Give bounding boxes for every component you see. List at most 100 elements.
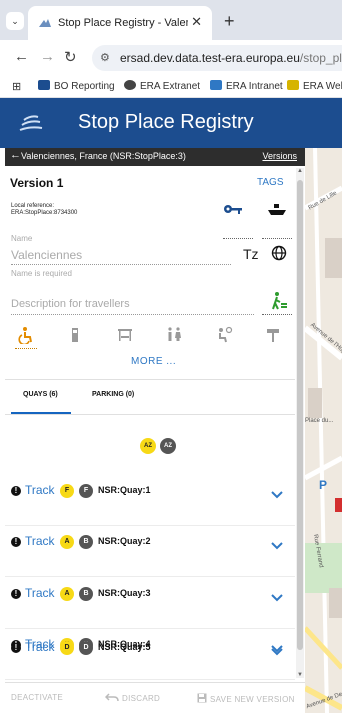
tags-button[interactable]: TAGS [257, 177, 283, 188]
app-header: Stop Place Registry [0, 98, 342, 148]
bo-reporting-icon [38, 80, 50, 90]
waiting-room-icon[interactable] [215, 326, 233, 344]
map-view[interactable]: P Rue de Lille Avenue de l'Hôpital Place… [305, 148, 342, 713]
local-reference-value: ERA:StopPlace:8734300 [11, 210, 78, 216]
description-input[interactable]: Description for travellers [11, 298, 130, 310]
address-bar[interactable]: ⚙ ersad.dev.data.test-era.europa.eu/stop… [92, 45, 342, 71]
panel-header: ← Valenciennes, France (NSR:StopPlace:3)… [5, 148, 305, 166]
toilets-icon[interactable] [165, 326, 183, 344]
quay-row[interactable]: ! Track F F NSR:Quay:1 [5, 483, 295, 503]
browser-tab[interactable]: Stop Place Registry - Valencien ✕ [28, 6, 212, 40]
stop-place-panel: ← Valenciennes, France (NSR:StopPlace:3)… [5, 148, 305, 713]
quay-track-label: Track [25, 483, 55, 497]
chevron-down-icon[interactable] [271, 594, 283, 602]
chevron-down-icon[interactable] [271, 491, 283, 499]
timezone-button[interactable]: Tz [243, 246, 259, 262]
wheelchair-icon[interactable] [17, 326, 35, 344]
panel-scrollbar[interactable]: ▲ ▼ [296, 168, 304, 678]
sign-icon[interactable] [264, 326, 282, 344]
undo-icon [104, 693, 119, 702]
quay-private-code-badge: D [79, 641, 93, 655]
screen: ⌄ Stop Place Registry - Valencien ✕ + ← … [0, 0, 342, 713]
quay-track-label: Track [25, 534, 55, 548]
ticket-machine-icon[interactable] [66, 326, 84, 344]
row-divider [5, 679, 295, 680]
divider [5, 379, 295, 380]
chevron-down-icon[interactable] [271, 542, 283, 550]
era-intranet-icon [210, 80, 222, 90]
quay-track-label: Track [25, 640, 55, 654]
favicon-icon [39, 19, 51, 27]
quay-row[interactable]: ! Track A B NSR:Quay:2 [5, 534, 295, 554]
quay-track-label: Track [25, 586, 55, 600]
more-button[interactable]: MORE ... [131, 356, 176, 367]
divider [5, 414, 295, 415]
quay-row[interactable]: ! Track D D NSR:Quay:5 [5, 640, 295, 660]
description-underline [11, 314, 254, 315]
bookmark-era-extranet[interactable]: ERA Extranet [124, 80, 200, 92]
ferry-icon[interactable] [267, 201, 287, 217]
key-icon[interactable] [223, 203, 243, 215]
sort-az-yellow-button[interactable]: AZ [140, 438, 156, 454]
era-website-icon [287, 80, 299, 90]
local-reference-label: Local reference: [11, 203, 55, 209]
reload-icon[interactable]: ↻ [64, 48, 77, 66]
tab-parking[interactable]: PARKING (0) [92, 391, 134, 398]
scroll-up-icon[interactable]: ▲ [296, 168, 304, 174]
sort-az-dark-button[interactable]: AZ [160, 438, 176, 454]
ferry-underline [262, 238, 292, 239]
bookmark-bo-reporting[interactable]: BO Reporting [38, 80, 115, 92]
scrollbar-thumb[interactable] [297, 180, 303, 650]
wheelchair-underline [15, 348, 37, 349]
quay-private-code-badge: B [79, 587, 93, 601]
tab-search-button[interactable]: ⌄ [6, 12, 24, 30]
quay-row[interactable]: ! Track A B NSR:Quay:3 [5, 586, 295, 606]
shelter-icon[interactable] [116, 326, 134, 344]
versions-link[interactable]: Versions [262, 151, 297, 161]
version-title: Version 1 [10, 176, 64, 190]
scroll-down-icon[interactable]: ▼ [296, 672, 304, 678]
site-info-icon[interactable]: ⚙ [100, 51, 110, 64]
walking-underline [262, 314, 292, 315]
parking-map-marker[interactable]: P [319, 478, 327, 492]
warning-icon: ! [11, 643, 21, 653]
key-underline [223, 238, 253, 239]
globe-icon[interactable] [271, 245, 287, 261]
warning-icon: ! [11, 589, 21, 599]
bookmark-era-website[interactable]: ERA Webs [287, 80, 342, 92]
row-divider [5, 525, 295, 526]
name-input[interactable]: Valenciennes [11, 248, 82, 262]
chevron-down-icon[interactable] [271, 648, 283, 656]
back-arrow-icon[interactable]: ← [14, 48, 29, 65]
map-tiles [305, 148, 342, 713]
row-divider [5, 628, 295, 629]
name-label: Name [11, 234, 33, 243]
forward-arrow-icon[interactable]: → [40, 48, 55, 65]
quay-public-code-badge: D [60, 641, 74, 655]
close-tab-icon[interactable]: ✕ [191, 14, 202, 30]
discard-button[interactable]: DISCARD [104, 693, 160, 703]
quay-id: NSR:Quay:2 [98, 536, 151, 546]
quay-id: NSR:Quay:1 [98, 485, 151, 495]
new-tab-button[interactable]: + [224, 11, 235, 32]
tab-quays[interactable]: QUAYS (6) [23, 391, 58, 398]
quay-public-code-badge: A [60, 587, 74, 601]
walking-steps-icon[interactable] [269, 291, 289, 311]
bookmarks-bar: ⊞ BO Reporting ERA Extranet ERA Intranet… [0, 76, 342, 98]
warning-icon: ! [11, 537, 21, 547]
quay-private-code-badge: B [79, 535, 93, 549]
quay-id: NSR:Quay:5 [98, 642, 151, 652]
row-divider [5, 576, 295, 577]
save-new-version-button[interactable]: SAVE NEW VERSION [197, 693, 295, 704]
back-arrow-icon[interactable]: ← [10, 149, 21, 161]
panel-scroll-area[interactable]: Version 1 TAGS Local reference: ERA:Stop… [5, 166, 305, 682]
quay-private-code-badge: F [79, 484, 93, 498]
name-input-underline [11, 264, 231, 265]
apps-grid-icon[interactable]: ⊞ [12, 80, 21, 93]
deactivate-button[interactable]: DEACTIVATE [11, 693, 63, 702]
save-icon [197, 693, 207, 703]
name-required-hint: Name is required [11, 269, 72, 278]
quay-public-code-badge: A [60, 535, 74, 549]
quay-id: NSR:Quay:3 [98, 588, 151, 598]
bookmark-era-intranet[interactable]: ERA Intranet [210, 80, 283, 92]
